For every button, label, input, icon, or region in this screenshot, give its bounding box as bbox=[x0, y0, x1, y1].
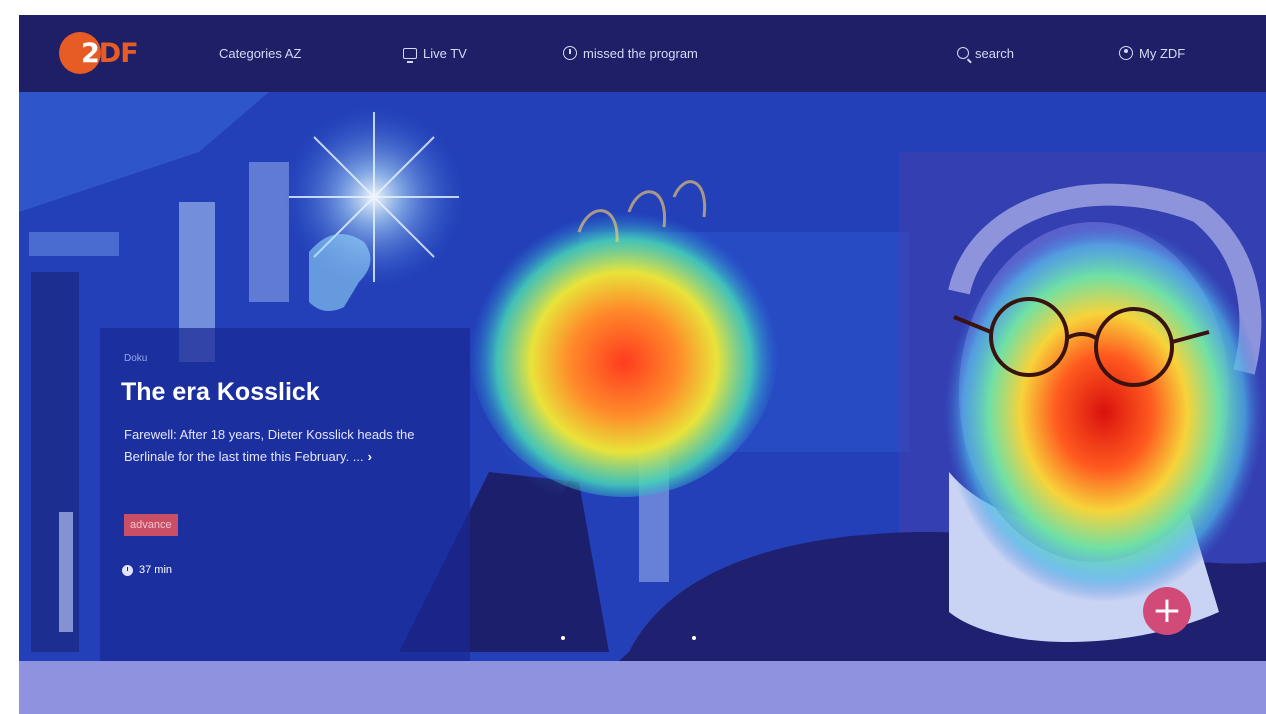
content-strip bbox=[19, 661, 1266, 714]
nav-search[interactable]: search bbox=[957, 43, 1014, 63]
grid-icon bbox=[199, 46, 213, 60]
nav-search-label: search bbox=[975, 45, 1015, 61]
logo-text-df: DF bbox=[98, 38, 139, 69]
duration-info: 37 min bbox=[122, 564, 172, 576]
hero-stage: Doku The era Kosslick Farewell: After 18… bbox=[19, 92, 1266, 661]
top-navigation: 2DF Categories AZ Live TV missed the pro… bbox=[19, 15, 1266, 92]
teaser-description: Farewell: After 18 years, Dieter Kosslic… bbox=[124, 424, 442, 468]
nav-live-tv-label: Live TV bbox=[423, 45, 467, 61]
nav-categories[interactable]: Categories AZ bbox=[199, 43, 301, 63]
nav-missed-label: missed the program bbox=[583, 45, 698, 61]
availability-badge: advance bbox=[124, 514, 178, 536]
nav-missed-program[interactable]: missed the program bbox=[563, 43, 698, 63]
logo-text: 2DF bbox=[81, 38, 139, 69]
read-more-arrow-icon[interactable]: › bbox=[368, 449, 372, 464]
add-to-list-button[interactable]: + bbox=[1143, 587, 1191, 635]
nav-my-zdf[interactable]: My ZDF bbox=[1119, 43, 1185, 63]
duration-text: 37 min bbox=[139, 564, 173, 576]
app-frame: 2DF Categories AZ Live TV missed the pro… bbox=[0, 0, 1266, 714]
carousel-dot[interactable] bbox=[692, 636, 696, 640]
logo-text-2: 2 bbox=[81, 38, 100, 69]
nav-categories-label: Categories AZ bbox=[219, 45, 302, 61]
carousel-dot[interactable] bbox=[561, 636, 565, 640]
user-icon bbox=[1119, 46, 1133, 60]
nav-my-zdf-label: My ZDF bbox=[1139, 45, 1186, 61]
plus-icon: + bbox=[1151, 590, 1183, 631]
zdf-logo[interactable]: 2DF bbox=[59, 29, 159, 77]
clock-icon bbox=[122, 564, 133, 576]
teaser-kicker: Doku bbox=[124, 353, 148, 364]
tv-icon bbox=[403, 47, 417, 63]
hero-teaser-card[interactable]: Doku The era Kosslick Farewell: After 18… bbox=[100, 328, 470, 661]
nav-live-tv[interactable]: Live TV bbox=[403, 43, 467, 63]
teaser-title[interactable]: The era Kosslick bbox=[121, 378, 320, 407]
search-icon bbox=[957, 47, 969, 59]
clock-icon bbox=[563, 46, 577, 60]
